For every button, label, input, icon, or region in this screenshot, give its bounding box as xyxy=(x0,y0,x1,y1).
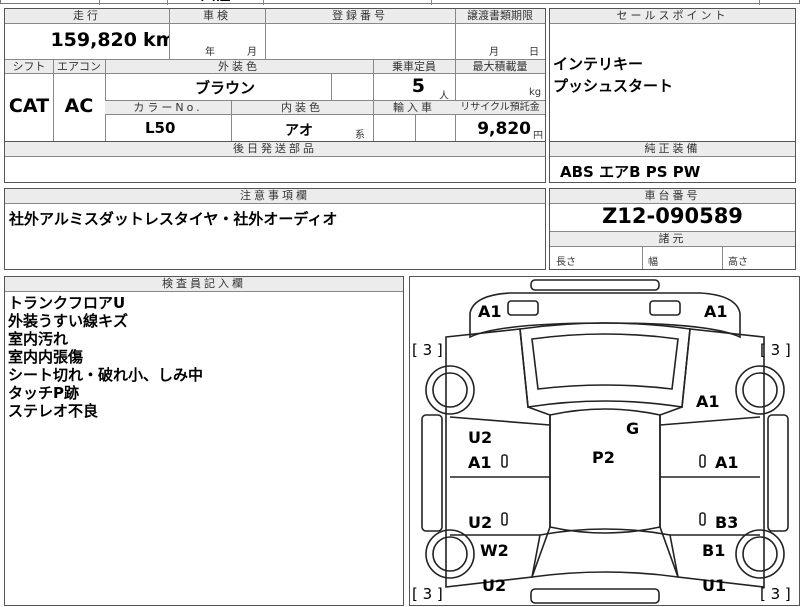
dims-width: 幅 xyxy=(648,257,658,267)
roof-shape xyxy=(549,408,661,534)
left-mirror xyxy=(501,454,508,468)
mileage-unit: km xyxy=(143,29,169,51)
mark-rear-right-tire: [ 3 ] xyxy=(760,341,791,359)
mark-left-front-door: U2 xyxy=(468,513,492,532)
rear-lamp-left xyxy=(507,300,539,316)
ac-value: AC xyxy=(64,95,94,117)
mark-left-front: U2 xyxy=(482,576,506,595)
inspector-line-1: トランクフロアU xyxy=(8,295,126,312)
maxload-unit: kg xyxy=(529,87,542,98)
inspector-line-6: タッチP跡 xyxy=(8,385,79,402)
notes-box: 注意事項欄 社外アルミスダットレスタイヤ・社外オーディオ xyxy=(4,188,546,270)
equipment-header: 純正装備 xyxy=(550,142,795,156)
import-header: 輸入車 xyxy=(373,101,455,114)
chassis-value: Z12-090589 xyxy=(602,204,743,228)
vehicle-info-box: 走行 車検 登録番号 譲渡書類期限 159,820 km 年 月 月 日 シフト… xyxy=(4,8,546,143)
mileage-header: 走行 xyxy=(5,9,169,23)
rear-bumper-shape xyxy=(530,279,660,291)
capacity-value: 5 xyxy=(411,75,425,97)
inspector-box: 検査員記入欄 トランクフロアU 外装うすい線キズ 室内汚れ 室内内張傷 シート切… xyxy=(4,276,404,606)
car-diagram: A1 A1 [ 3 ] [ 3 ] A1 G P2 U2 A1 A1 U2 B3… xyxy=(412,279,791,604)
color-header: 外装色 xyxy=(105,60,373,73)
capacity-header: 乗車定員 xyxy=(373,60,455,73)
transfer-header: 譲渡書類期限 xyxy=(455,9,545,23)
right-skirt xyxy=(767,414,789,532)
mark-right-front-fender: B1 xyxy=(702,541,725,560)
mark-left-rear-door: A1 xyxy=(468,453,492,472)
inspector-header: 検査員記入欄 xyxy=(5,277,403,291)
equipment-box: 純正装備 ABS エアB PS PW xyxy=(549,141,796,183)
sales-point-2: プッシュスタート xyxy=(553,77,674,95)
shift-header: シフト xyxy=(5,60,53,73)
mark-left-front-fender: W2 xyxy=(480,541,509,560)
dims-header: 諸元 xyxy=(550,232,795,246)
registration-header: 登録番号 xyxy=(265,9,455,23)
mark-left-rear-door-top: U2 xyxy=(468,428,492,447)
mileage-value: 159,820 xyxy=(50,29,137,51)
recycle-value: 9,820 xyxy=(477,119,531,139)
mark-right-front-door: B3 xyxy=(715,513,738,532)
top-strip: 西暦 xyxy=(0,0,800,5)
cabin-outline xyxy=(519,322,691,408)
dims-length: 長さ xyxy=(556,257,576,267)
interior-value: アオ xyxy=(285,123,313,139)
inspector-line-7: ステレオ不良 xyxy=(8,403,99,420)
sales-point-header: セールスポイント xyxy=(550,9,795,23)
mark-rear-left: A1 xyxy=(478,302,502,321)
car-diagram-box: A1 A1 [ 3 ] [ 3 ] A1 G P2 U2 A1 A1 U2 B3… xyxy=(409,276,800,606)
colorno-header: カラーNo. xyxy=(105,101,231,114)
mark-right-front: U1 xyxy=(702,576,726,595)
mark-rear-right: A1 xyxy=(704,302,728,321)
inspector-line-3: 室内汚れ xyxy=(8,331,69,348)
rear-glass-shape xyxy=(531,333,679,390)
shaken-year-unit: 年 xyxy=(205,47,215,57)
capacity-unit: 人 xyxy=(439,91,449,99)
sales-point-1: インテリキー xyxy=(553,55,644,73)
mark-roof: P2 xyxy=(592,448,615,467)
shift-value: CAT xyxy=(8,95,50,117)
mark-glass: G xyxy=(626,419,639,438)
equipment-value: ABS エアB PS PW xyxy=(560,163,701,181)
left-skirt xyxy=(421,414,443,532)
front-bumper-shape xyxy=(530,588,660,604)
notes-value: 社外アルミスダットレスタイヤ・社外オーディオ xyxy=(9,210,338,228)
inspector-line-5: シート切れ・破れ小、しみ中 xyxy=(8,367,204,384)
top-partial-text: 西暦 xyxy=(176,0,256,1)
recycle-unit: 円 xyxy=(533,131,543,139)
mark-front-left-tire: [ 3 ] xyxy=(412,585,443,603)
interior-suffix: 系 xyxy=(355,130,365,140)
notes-header: 注意事項欄 xyxy=(5,189,545,203)
dims-height: 高さ xyxy=(728,257,748,267)
recycle-header: リサイクル預託金 xyxy=(455,101,545,114)
colorno-value: L50 xyxy=(145,119,176,137)
chassis-box: 車台番号 Z12-090589 諸元 長さ 幅 高さ xyxy=(549,188,796,270)
shaken-month-unit: 月 xyxy=(247,47,257,57)
maxload-header: 最大積載量 xyxy=(455,60,545,73)
transfer-day-unit: 日 xyxy=(529,47,539,57)
interior-header: 内装色 xyxy=(231,101,373,114)
shaken-header: 車検 xyxy=(169,9,265,23)
mark-rear-left-tire: [ 3 ] xyxy=(412,341,443,359)
transfer-month-unit: 月 xyxy=(489,47,499,57)
ac-header: エアコン xyxy=(53,60,105,73)
inspector-line-2: 外装うすい線キズ xyxy=(8,313,129,330)
later-parts-box: 後日発送部品 xyxy=(4,141,546,183)
later-parts-header: 後日発送部品 xyxy=(5,142,545,156)
chassis-header: 車台番号 xyxy=(550,189,795,203)
color-value: ブラウン xyxy=(195,79,256,97)
mark-front-right-tire: [ 3 ] xyxy=(760,585,791,603)
front-glass-shape xyxy=(531,528,679,578)
right-mirror xyxy=(699,454,706,468)
rear-lamp-right xyxy=(649,300,681,316)
inspector-line-4: 室内内張傷 xyxy=(8,349,84,366)
mark-roof-right: A1 xyxy=(696,392,720,411)
sales-point-box: セールスポイント インテリキー プッシュスタート xyxy=(549,8,796,142)
mark-right-rear-door: A1 xyxy=(715,453,739,472)
